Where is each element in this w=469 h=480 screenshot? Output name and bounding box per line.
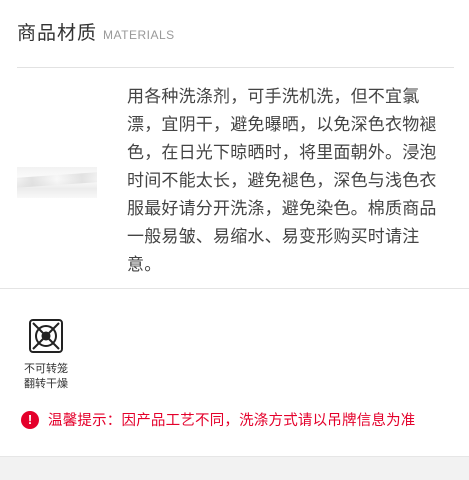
section-divider [0,288,469,289]
warning-text: 温馨提示：因产品工艺不同，洗涤方式请以吊牌信息为准 [48,413,416,429]
exclamation-icon: ! [21,410,39,429]
header-divider [17,67,454,68]
materials-header: 商品材质 MATERIALS [17,18,175,45]
section-title: 商品材质 [17,22,98,44]
fabric-image [17,167,97,198]
care-symbol: 不可转笼 翻转干燥 [19,318,73,391]
care-instructions-text: 用各种洗涤剂，可手洗机洗，但不宜氯漂，宜阴干，避免曝晒，以免深色衣物褪色，在日光… [127,87,437,275]
bottom-bar [0,456,469,480]
care-label-line2: 翻转干燥 [24,377,68,390]
no-tumble-dry-icon [29,319,63,353]
warning-notice: ! 温馨提示：因产品工艺不同，洗涤方式请以吊牌信息为准 [21,409,416,430]
care-label-line1: 不可转笼 [24,362,68,375]
care-symbol-label: 不可转笼 翻转干燥 [16,361,76,391]
section-subtitle: MATERIALS [103,28,175,42]
